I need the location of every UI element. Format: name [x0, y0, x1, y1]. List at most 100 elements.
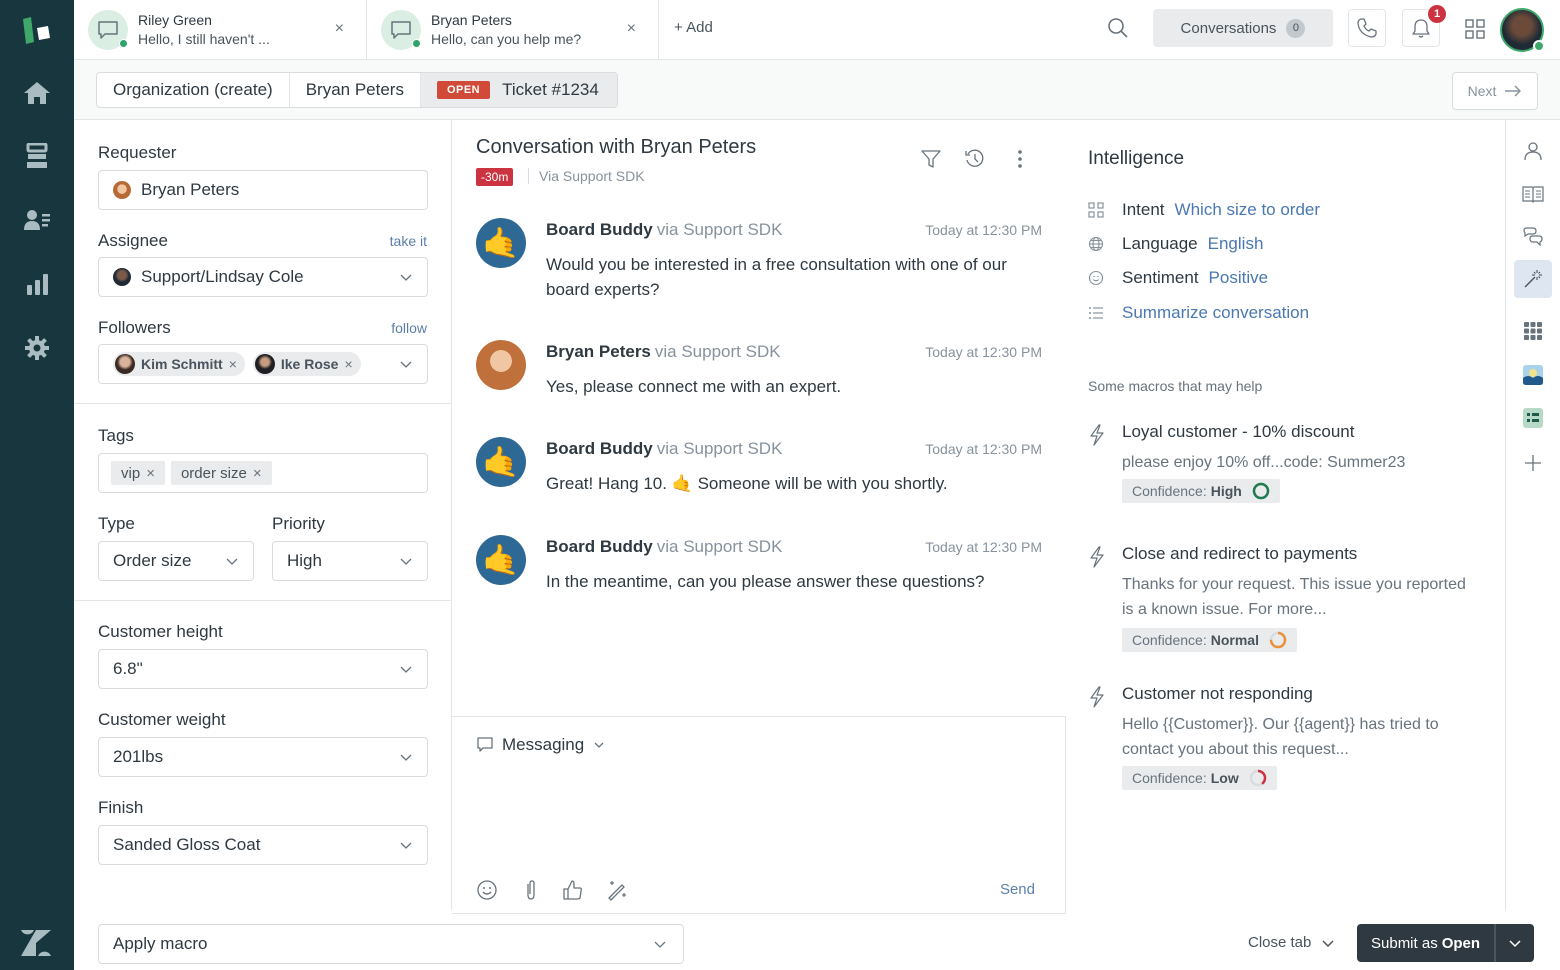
conversations-button[interactable]: Conversations 0	[1153, 9, 1333, 47]
apply-macro-select[interactable]: Apply macro	[98, 924, 684, 964]
tags-field[interactable]: vip × order size ×	[98, 453, 428, 493]
next-button[interactable]: Next	[1452, 72, 1538, 110]
intent-value[interactable]: Which size to order	[1175, 200, 1321, 220]
message-body: Would you be interested in a free consul…	[546, 255, 1007, 299]
priority-value: High	[287, 551, 322, 570]
apps-grid-icon[interactable]	[1514, 312, 1552, 350]
requester-field[interactable]: Bryan Peters	[98, 170, 428, 210]
views-icon[interactable]	[22, 141, 52, 171]
confidence-badge: Confidence: Normal	[1122, 628, 1297, 652]
reporting-icon[interactable]	[22, 269, 52, 299]
message-time: Today at 12:30 PM	[925, 441, 1042, 457]
apps-grid-icon[interactable]	[1464, 18, 1486, 44]
tags-label: Tags	[98, 426, 134, 445]
breadcrumb-requester[interactable]: Bryan Peters	[290, 73, 421, 107]
confidence-ring-icon	[1249, 769, 1266, 787]
intelligence-panel: Intelligence Intent Which size to order …	[1066, 120, 1506, 910]
emoji-icon[interactable]	[476, 879, 498, 905]
intelligence-wand-icon[interactable]	[1514, 260, 1552, 298]
requester-avatar	[113, 181, 131, 199]
ticket-properties-panel: Requester Bryan Peters Assignee take it …	[74, 120, 452, 910]
image-app-icon[interactable]	[1514, 356, 1552, 394]
left-nav	[0, 0, 74, 970]
submit-options-button[interactable]	[1496, 924, 1534, 962]
user-avatar[interactable]	[1500, 8, 1545, 52]
remove-follower-icon[interactable]: ×	[229, 356, 237, 372]
settings-gear-icon[interactable]	[22, 333, 52, 363]
next-label: Next	[1467, 83, 1497, 99]
home-icon[interactable]	[22, 78, 52, 108]
remove-tag-icon[interactable]: ×	[253, 465, 262, 482]
close-tab-icon[interactable]: ×	[627, 20, 636, 38]
send-button[interactable]: Send	[1000, 881, 1035, 898]
chevron-down-icon	[594, 742, 604, 748]
take-it-link[interactable]: take it	[390, 233, 427, 249]
message-via: via Support SDK	[656, 220, 783, 239]
ticket-number: Ticket #1234	[502, 80, 599, 99]
chevron-down-icon	[1509, 940, 1521, 948]
confidence-prefix: Confidence:	[1132, 483, 1207, 499]
phone-button[interactable]	[1348, 9, 1386, 47]
submit-button[interactable]: Submit as Open	[1357, 924, 1497, 962]
remove-follower-icon[interactable]: ×	[344, 356, 352, 372]
macro-title: Close and redirect to payments	[1122, 544, 1358, 563]
magic-wand-icon[interactable]	[606, 879, 628, 905]
knowledge-book-icon[interactable]	[1514, 175, 1552, 213]
history-icon[interactable]	[964, 148, 986, 174]
type-select[interactable]: Order size	[98, 541, 254, 581]
globe-icon	[1088, 236, 1104, 252]
follower-pill: Ike Rose ×	[252, 352, 361, 376]
remove-tag-icon[interactable]: ×	[146, 465, 155, 482]
online-status-dot	[412, 39, 421, 48]
customer-weight-select[interactable]: 201lbs	[98, 737, 428, 777]
close-tab-icon[interactable]: ×	[335, 20, 344, 38]
sentiment-label: Sentiment	[1122, 268, 1199, 287]
notifications-button[interactable]: 1	[1402, 5, 1446, 47]
follow-link[interactable]: follow	[391, 320, 427, 336]
user-profile-icon[interactable]	[1514, 132, 1552, 170]
macro-title: Loyal customer - 10% discount	[1122, 422, 1355, 441]
filter-icon[interactable]	[920, 148, 942, 174]
assignee-avatar	[113, 268, 131, 286]
language-value[interactable]: English	[1208, 234, 1264, 254]
tag-chip: vip ×	[111, 461, 165, 485]
follower-name: Ike Rose	[280, 356, 339, 372]
arrow-right-icon	[1505, 85, 1522, 97]
conversation-tab-riley-green[interactable]: Riley Green Hello, I still haven't ... ×	[74, 0, 367, 60]
conversation-tab-bryan-peters[interactable]: Bryan Peters Hello, can you help me? ×	[367, 0, 659, 60]
submit-button-group: Submit as Open	[1357, 924, 1535, 962]
channel-selector[interactable]: Messaging	[476, 735, 606, 755]
assignee-select[interactable]: Support/Lindsay Cole	[98, 257, 428, 297]
submit-status: Open	[1441, 934, 1481, 952]
followers-label: Followers	[98, 318, 171, 337]
intelligence-title: Intelligence	[1088, 148, 1185, 169]
close-tab-button[interactable]: Close tab	[1248, 934, 1335, 951]
summarize-conversation-link[interactable]: Summarize conversation	[1122, 303, 1309, 323]
add-app-icon[interactable]	[1514, 444, 1552, 482]
thumbs-up-icon[interactable]	[562, 879, 584, 905]
search-icon[interactable]	[1106, 16, 1130, 44]
attachment-icon[interactable]	[520, 879, 542, 905]
reply-composer[interactable]: Messaging Send	[452, 716, 1066, 914]
followers-field[interactable]: Kim Schmitt × Ike Rose ×	[98, 344, 428, 384]
related-conversations-icon[interactable]	[1514, 218, 1552, 256]
customer-height-label: Customer height	[98, 622, 223, 641]
notification-count-badge: 1	[1428, 5, 1446, 23]
breadcrumb-organization[interactable]: Organization (create)	[97, 73, 290, 107]
add-tab-button[interactable]: + Add	[674, 19, 713, 36]
more-options-icon[interactable]	[1010, 148, 1030, 174]
customer-height-select[interactable]: 6.8"	[98, 649, 428, 689]
customers-icon[interactable]	[22, 205, 52, 235]
list-app-icon[interactable]	[1514, 399, 1552, 437]
message-body: Great! Hang 10. 🤙 Someone will be with y…	[546, 474, 948, 493]
chat-bubble-icon	[88, 10, 128, 50]
sentiment-value[interactable]: Positive	[1209, 268, 1269, 288]
priority-select[interactable]: High	[272, 541, 428, 581]
follower-pill: Kim Schmitt ×	[113, 352, 245, 376]
finish-select[interactable]: Sanded Gloss Coat	[98, 825, 428, 865]
chevron-down-icon	[400, 558, 412, 565]
product-logo-icon[interactable]	[20, 16, 54, 46]
zendesk-logo-icon[interactable]	[19, 928, 53, 958]
conversation-panel: Conversation with Bryan Peters -30m Via …	[452, 120, 1066, 716]
breadcrumb-ticket[interactable]: OPEN Ticket #1234	[420, 73, 617, 107]
